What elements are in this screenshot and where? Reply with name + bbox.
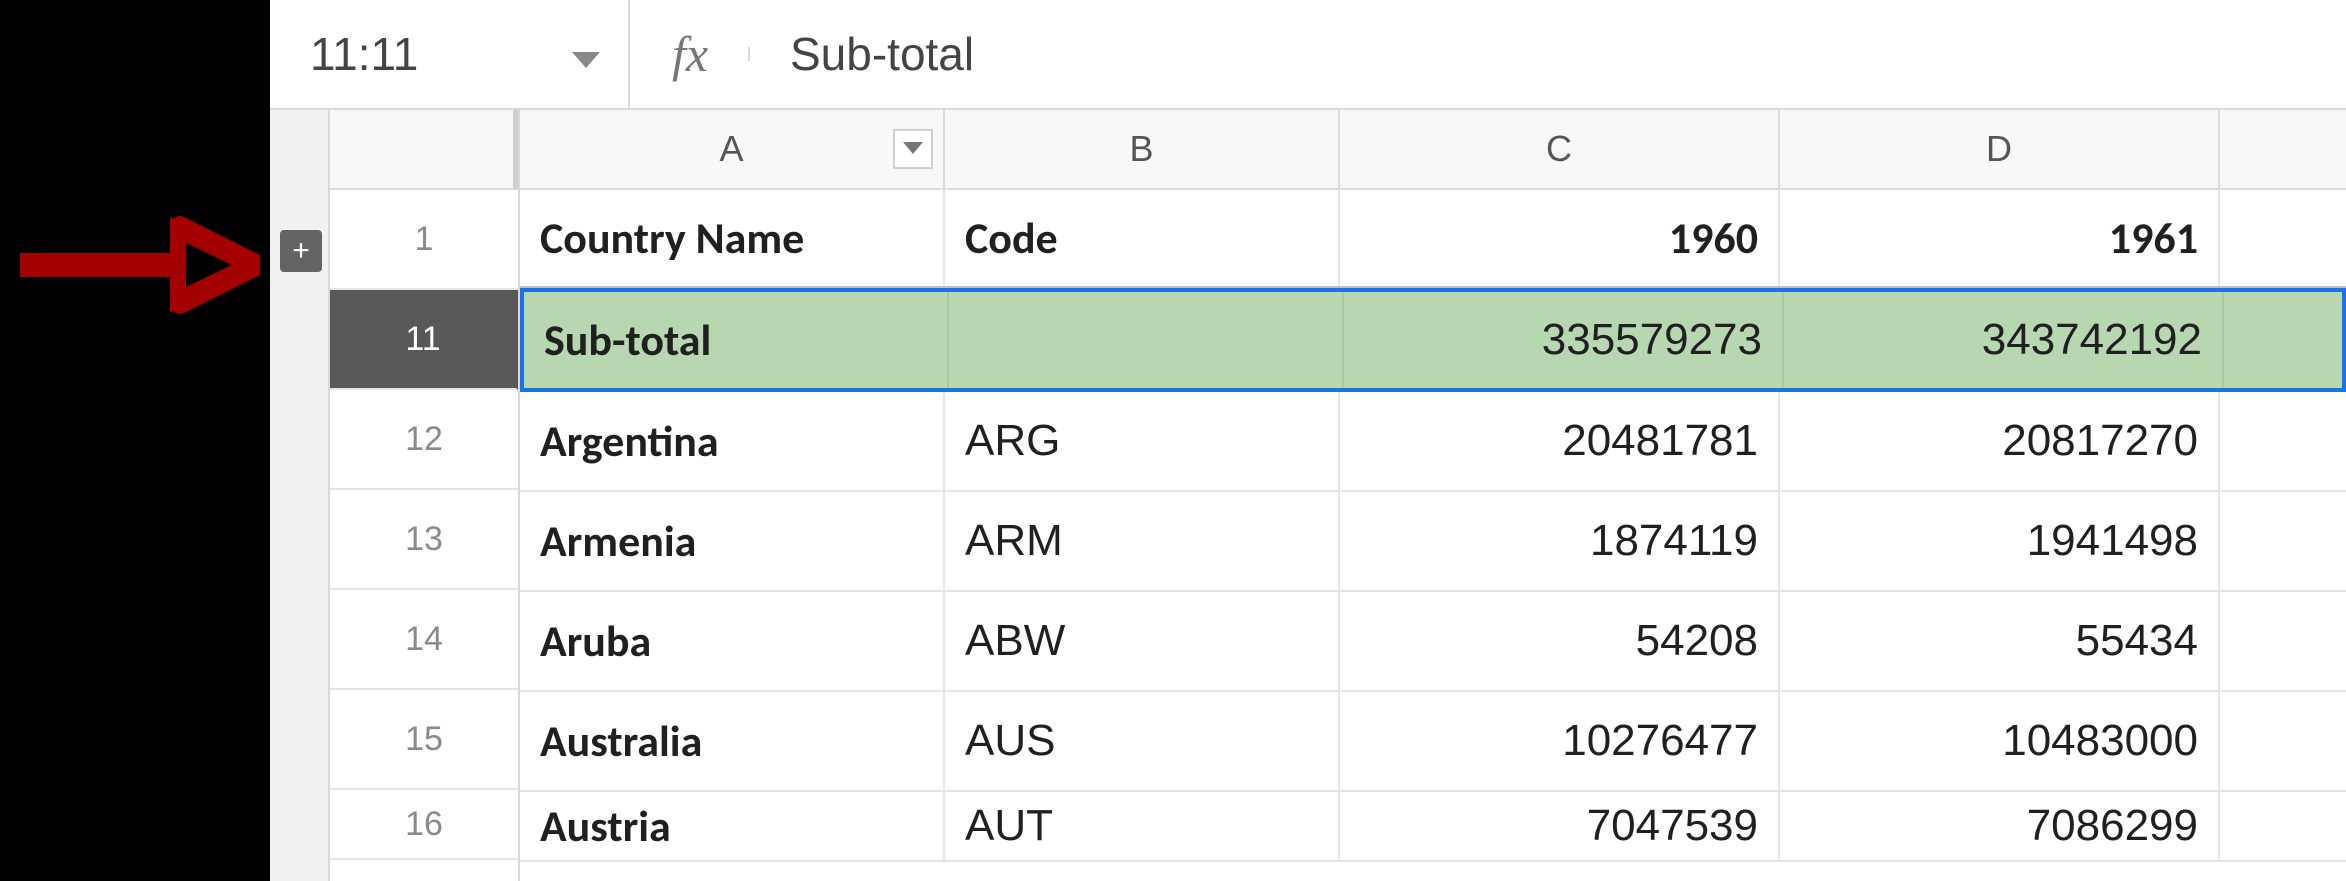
cell-1961[interactable]: 55434	[1780, 592, 2220, 690]
column-header-row: A B C D	[520, 110, 2346, 190]
cell-code[interactable]: ARM	[945, 492, 1340, 590]
cell-1960[interactable]: 1874119	[1340, 492, 1780, 590]
cell-1961[interactable]: 1941498	[1780, 492, 2220, 590]
data-row: Aruba ABW 54208 55434	[520, 592, 2346, 692]
cell-country[interactable]: Aruba	[520, 592, 945, 690]
group-outline-gutter: +	[270, 110, 330, 881]
filter-dropdown-icon[interactable]	[893, 129, 933, 169]
name-box[interactable]: 11:11	[270, 0, 630, 108]
row-number[interactable]: 12	[330, 390, 518, 490]
data-row: Australia AUS 10276477 10483000	[520, 692, 2346, 792]
row-number[interactable]: 13	[330, 490, 518, 590]
cell-1960[interactable]: 20481781	[1340, 392, 1780, 490]
fx-icon: fx	[630, 25, 750, 83]
cell-country[interactable]: Armenia	[520, 492, 945, 590]
data-row: Armenia ARM 1874119 1941498	[520, 492, 2346, 592]
column-header-A[interactable]: A	[520, 110, 945, 188]
subtotal-label[interactable]: Sub-total	[524, 292, 949, 388]
formula-text: Sub-total	[790, 28, 974, 80]
row-number[interactable]: 1	[330, 190, 518, 290]
cell-1960[interactable]: 10276477	[1340, 692, 1780, 790]
sheet-cells: A B C D Country Name Code 1960 1961	[520, 110, 2346, 881]
header-country-name[interactable]: Country Name	[520, 190, 945, 286]
cell-code[interactable]: ARG	[945, 392, 1340, 490]
expand-group-button[interactable]: +	[280, 230, 322, 272]
row-number-gutter: 1 11 12 13 14 15 16	[330, 110, 520, 881]
formula-input[interactable]: Sub-total	[750, 27, 2346, 81]
header-code[interactable]: Code	[945, 190, 1340, 286]
data-row: Austria AUT 7047539 7086299	[520, 792, 2346, 862]
plus-icon: +	[292, 236, 310, 266]
header-1960[interactable]: 1960	[1340, 190, 1780, 286]
cell-country[interactable]: Australia	[520, 692, 945, 790]
cell-country[interactable]: Austria	[520, 792, 945, 860]
select-all-corner[interactable]	[330, 110, 518, 190]
subtotal-row-selected[interactable]: Sub-total 335579273 343742192	[520, 288, 2346, 392]
table-header-row: Country Name Code 1960 1961	[520, 190, 2346, 290]
row-number[interactable]: 16	[330, 790, 518, 860]
cell-code[interactable]: AUS	[945, 692, 1340, 790]
cell-1961[interactable]: 10483000	[1780, 692, 2220, 790]
subtotal-code[interactable]	[949, 292, 1344, 388]
row-number[interactable]: 14	[330, 590, 518, 690]
row-number-selected[interactable]: 11	[330, 290, 518, 390]
data-row: Argentina ARG 20481781 20817270	[520, 392, 2346, 492]
column-header-D[interactable]: D	[1780, 110, 2220, 188]
cell-code[interactable]: AUT	[945, 792, 1340, 860]
cell-1960[interactable]: 54208	[1340, 592, 1780, 690]
cell-country[interactable]: Argentina	[520, 392, 945, 490]
name-box-value: 11:11	[310, 27, 418, 81]
subtotal-1961[interactable]: 343742192	[1784, 292, 2224, 388]
formula-bar: 11:11 fx Sub-total	[270, 0, 2346, 110]
name-box-dropdown-icon[interactable]	[572, 27, 600, 81]
subtotal-1960[interactable]: 335579273	[1344, 292, 1784, 388]
row-number[interactable]: 15	[330, 690, 518, 790]
column-header-B[interactable]: B	[945, 110, 1340, 188]
annotation-arrow	[10, 200, 260, 330]
cell-code[interactable]: ABW	[945, 592, 1340, 690]
cell-1961[interactable]: 20817270	[1780, 392, 2220, 490]
header-1961[interactable]: 1961	[1780, 190, 2220, 286]
column-header-C[interactable]: C	[1340, 110, 1780, 188]
cell-1960[interactable]: 7047539	[1340, 792, 1780, 860]
cell-1961[interactable]: 7086299	[1780, 792, 2220, 860]
annotation-black-strip	[0, 0, 270, 881]
